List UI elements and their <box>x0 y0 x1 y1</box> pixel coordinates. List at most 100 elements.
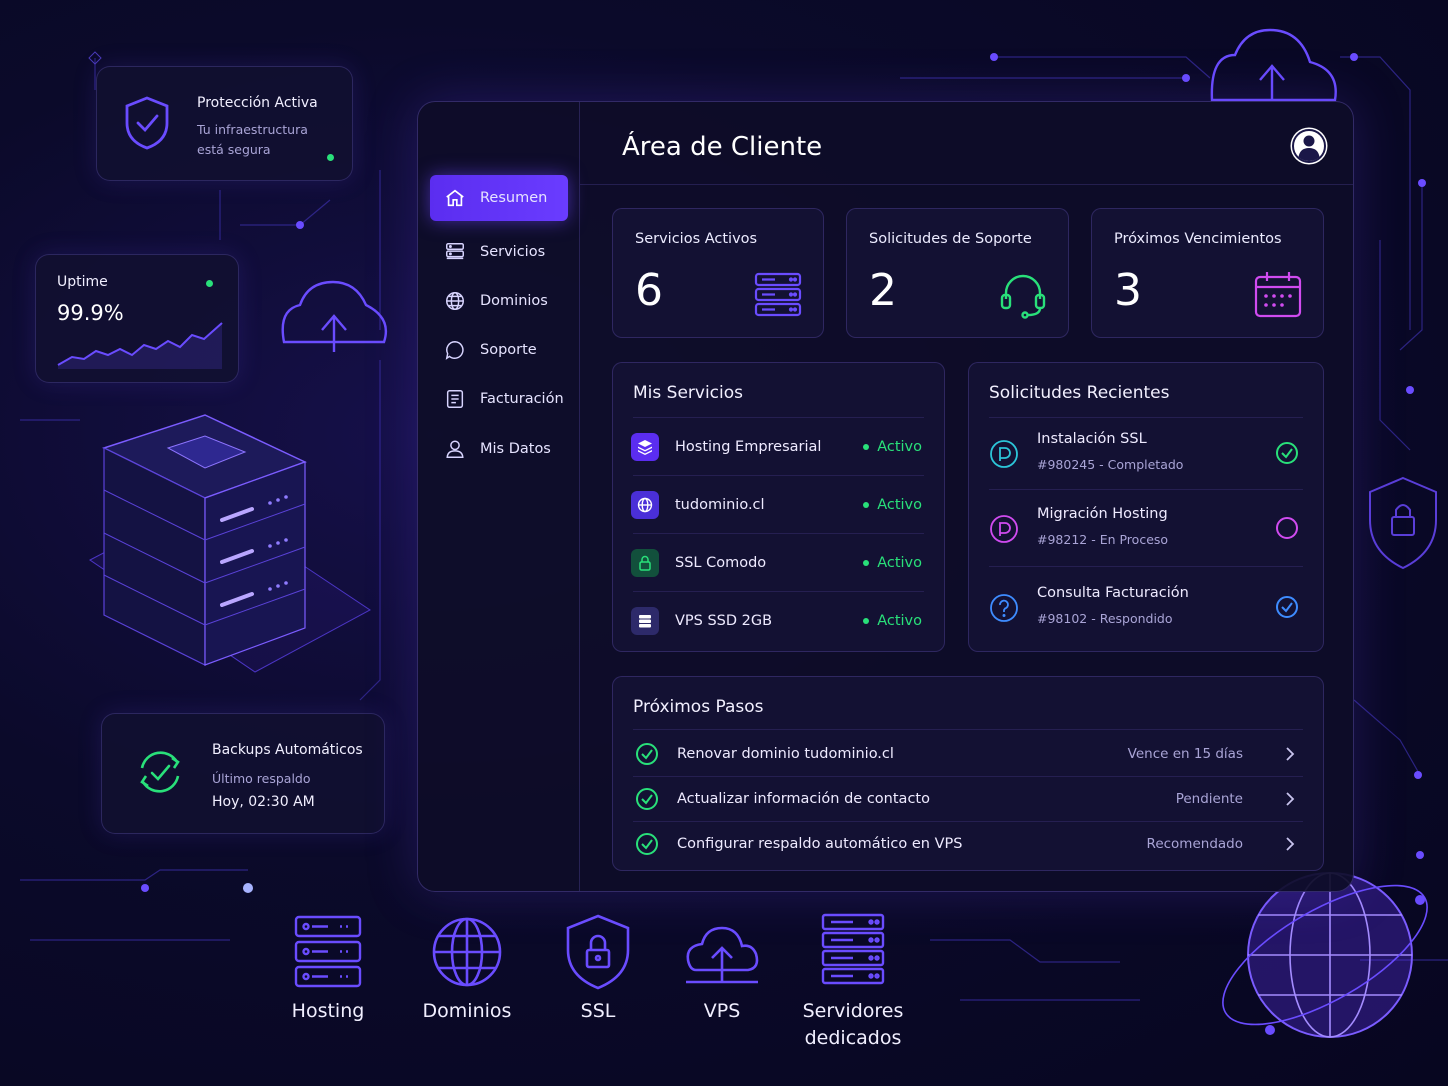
sidebar-item-mis-datos[interactable]: Mis Datos <box>430 426 568 472</box>
backup-time: Hoy, 02:30 AM <box>212 794 315 810</box>
sidebar-item-facturacion[interactable]: Facturación <box>430 376 568 422</box>
cloud-upload-icon <box>686 926 759 984</box>
shield-lock-icon <box>566 914 630 990</box>
status-badge: Activo <box>863 439 922 455</box>
service-row[interactable]: SSL Comodo Activo <box>631 543 922 583</box>
stat-card-proximos-vencimientos[interactable]: Próximos Vencimientos 3 <box>1091 208 1324 338</box>
backup-subtitle: Último respaldo <box>212 771 311 786</box>
sidebar-item-label: Mis Datos <box>480 441 551 457</box>
request-title: Consulta Facturación <box>1037 585 1189 601</box>
sidebar-item-soporte[interactable]: Soporte <box>430 327 568 373</box>
check-circle-icon <box>636 743 658 765</box>
service-row[interactable]: tudominio.cl Activo <box>631 485 922 525</box>
request-row[interactable]: Migración Hosting #98212 - En Proceso <box>989 500 1303 556</box>
request-sub: #980245 - Completado <box>1037 457 1184 472</box>
services-card: Mis Servicios Hosting Empresarial Activo… <box>612 362 945 652</box>
step-meta: Pendiente <box>1175 791 1243 807</box>
service-name: tudominio.cl <box>675 497 765 513</box>
sidebar-item-label: Servicios <box>480 244 546 260</box>
bottom-service-label: Servidores dedicados <box>803 998 904 1052</box>
server-stack-icon <box>294 915 362 988</box>
protection-line1: Tu infraestructura <box>197 122 308 137</box>
bottom-service-servidores-dedicados: Servidores dedicados <box>793 912 913 1052</box>
step-row[interactable]: Renovar dominio tudominio.cl Vence en 15… <box>635 732 1297 776</box>
request-row[interactable]: Instalación SSL #980245 - Completado <box>989 425 1303 481</box>
service-name: Hosting Empresarial <box>675 439 822 455</box>
step-text: Renovar dominio tudominio.cl <box>677 746 894 762</box>
check-circle-icon <box>636 833 658 855</box>
cloud-upload-icon <box>1210 28 1337 102</box>
status-badge: Activo <box>863 497 922 513</box>
backup-card: Backups Automáticos Último respaldo Hoy,… <box>101 713 385 834</box>
lock-icon <box>631 549 659 577</box>
divider <box>989 566 1303 567</box>
stat-card-solicitudes-soporte[interactable]: Solicitudes de Soporte 2 <box>846 208 1069 338</box>
check-circle-icon <box>1276 596 1298 618</box>
request-title: Migración Hosting <box>1037 506 1168 522</box>
server-tower-illustration <box>89 414 371 673</box>
server-icon <box>631 607 659 635</box>
server-stack-icon <box>754 272 802 317</box>
stat-label: Servicios Activos <box>635 231 758 247</box>
globe-icon <box>631 491 659 519</box>
protection-card: Protección Activa Tu infraestructura est… <box>96 66 353 181</box>
divider <box>633 533 924 534</box>
service-name: VPS SSD 2GB <box>675 613 773 629</box>
request-title: Instalación SSL <box>1037 431 1147 447</box>
divider <box>633 475 924 476</box>
server-icon <box>446 243 464 260</box>
divider <box>633 417 924 418</box>
sync-check-icon <box>140 751 180 793</box>
ticket-icon <box>990 440 1018 468</box>
header-divider <box>580 184 1353 185</box>
bottom-service-label: VPS <box>703 1000 741 1022</box>
home-icon <box>446 189 464 207</box>
next-steps-card: Próximos Pasos Renovar dominio tudominio… <box>612 676 1324 871</box>
stat-label: Solicitudes de Soporte <box>869 231 1032 247</box>
stat-card-servicios-activos[interactable]: Servicios Activos 6 <box>612 208 824 338</box>
bottom-service-label: Hosting <box>291 1000 365 1022</box>
layers-icon <box>631 433 659 461</box>
ticket-icon <box>990 515 1018 543</box>
next-steps-title: Próximos Pasos <box>633 697 764 717</box>
stat-value: 2 <box>869 265 897 316</box>
step-text: Actualizar información de contacto <box>677 791 930 807</box>
step-meta: Recomendado <box>1146 836 1243 852</box>
stat-label: Próximos Vencimientos <box>1114 231 1282 247</box>
step-row[interactable]: Actualizar información de contacto Pendi… <box>635 777 1297 821</box>
divider <box>989 417 1303 418</box>
sidebar-item-resumen[interactable]: Resumen <box>430 175 568 221</box>
label-line-2: dedicados <box>804 1027 902 1049</box>
chevron-right-icon[interactable] <box>1283 792 1297 806</box>
requests-title: Solicitudes Recientes <box>989 383 1170 403</box>
status-text: Activo <box>877 555 922 571</box>
protection-title: Protección Activa <box>197 95 318 111</box>
step-meta: Vence en 15 días <box>1127 746 1243 762</box>
sidebar-item-servicios[interactable]: Servicios <box>430 229 568 275</box>
sidebar-item-dominios[interactable]: Dominios <box>430 278 568 324</box>
request-sub: #98102 - Respondido <box>1037 611 1173 626</box>
check-circle-icon <box>636 788 658 810</box>
user-avatar-icon[interactable] <box>1289 126 1329 166</box>
service-row[interactable]: Hosting Empresarial Activo <box>631 427 922 467</box>
step-row[interactable]: Configurar respaldo automático en VPS Re… <box>635 822 1297 866</box>
label-line-1: Servidores <box>802 1000 904 1022</box>
request-row[interactable]: Consulta Facturación #98102 - Respondido <box>989 579 1303 635</box>
status-text: Activo <box>877 613 922 629</box>
stat-value: 3 <box>1114 265 1142 316</box>
invoice-icon <box>446 390 464 408</box>
uptime-sparkline <box>57 322 223 369</box>
chat-icon <box>445 341 464 360</box>
question-icon <box>990 594 1018 622</box>
bottom-service-ssl: SSL <box>558 912 638 1025</box>
sidebar-item-label: Facturación <box>480 391 564 407</box>
chevron-right-icon[interactable] <box>1283 837 1297 851</box>
main-content: Área de Cliente Servicios Activos 6 Soli… <box>580 102 1353 891</box>
service-row[interactable]: VPS SSD 2GB Activo <box>631 601 922 641</box>
uptime-title: Uptime <box>57 274 108 290</box>
sidebar-item-label: Soporte <box>480 342 537 358</box>
chevron-right-icon[interactable] <box>1283 747 1297 761</box>
status-badge: Activo <box>863 613 922 629</box>
backup-title: Backups Automáticos <box>212 742 363 758</box>
bottom-service-vps: VPS <box>682 912 762 1025</box>
